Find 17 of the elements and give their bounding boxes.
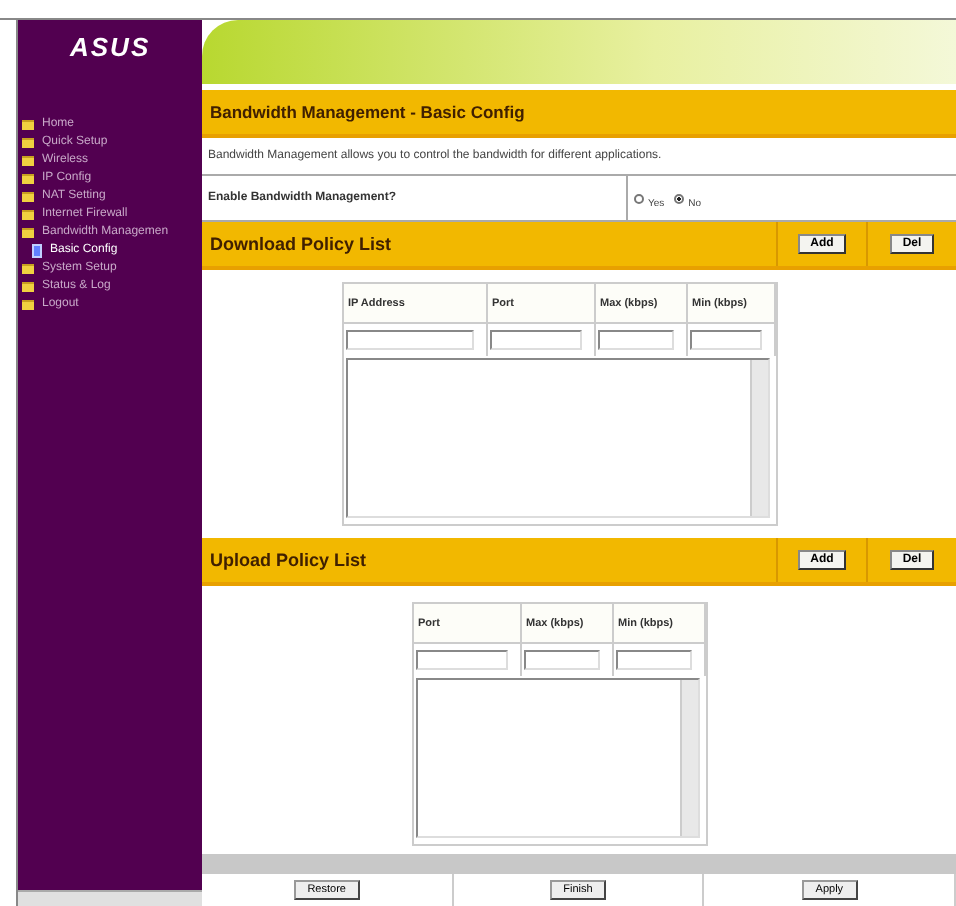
input-field[interactable] [598, 330, 674, 350]
logo: ASUS [67, 30, 153, 66]
scrollbar[interactable] [750, 360, 768, 516]
section-title: Upload Policy List [210, 550, 367, 570]
page-icon [32, 243, 42, 257]
radio-button[interactable] [674, 193, 685, 203]
scrollbar[interactable] [18, 890, 202, 906]
input-field[interactable] [616, 650, 692, 670]
radio-button[interactable] [634, 193, 644, 203]
input-field[interactable] [490, 330, 582, 350]
input-field[interactable] [346, 330, 474, 350]
section-title: Download Policy List [210, 234, 392, 254]
input-field[interactable] [690, 330, 762, 350]
page-title: Bandwidth Management - Basic Config [210, 102, 525, 122]
scrollbar[interactable] [680, 680, 698, 836]
input-field[interactable] [416, 650, 508, 670]
input-field[interactable] [524, 650, 600, 670]
